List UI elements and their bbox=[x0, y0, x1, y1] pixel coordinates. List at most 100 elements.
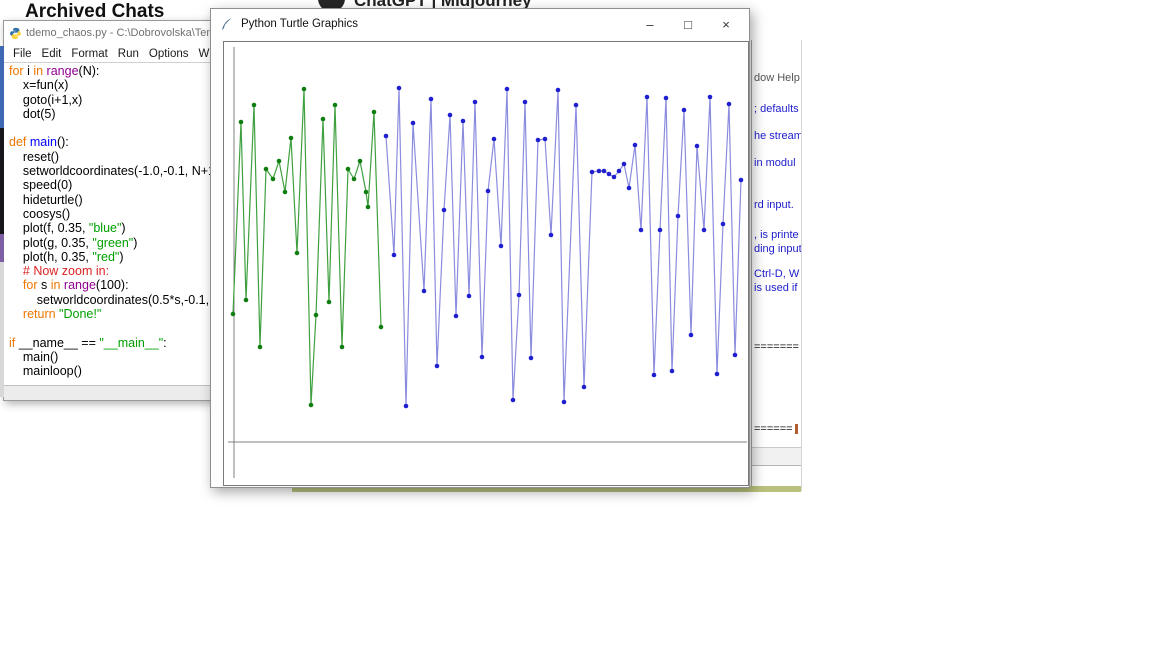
close-button[interactable]: × bbox=[711, 13, 741, 35]
code-line: for i in range(N): bbox=[9, 64, 216, 78]
g-green-series-dot bbox=[258, 345, 263, 350]
f-blue-series-dot bbox=[664, 96, 669, 101]
menu-item-run[interactable]: Run bbox=[113, 48, 144, 60]
f-blue-series-line bbox=[386, 88, 741, 406]
f-blue-series-dot bbox=[622, 162, 627, 167]
f-blue-series-dot bbox=[549, 233, 554, 238]
shell-line: he stream bbox=[754, 130, 802, 142]
code-line: main() bbox=[9, 350, 216, 364]
f-blue-series-dot bbox=[727, 102, 732, 107]
f-blue-series-dot bbox=[556, 88, 561, 93]
code-line: speed(0) bbox=[9, 178, 216, 192]
g-green-series-dot bbox=[358, 159, 363, 164]
f-blue-series-dot bbox=[492, 137, 497, 142]
f-blue-series-dot bbox=[411, 121, 416, 126]
f-blue-series-dot bbox=[739, 178, 744, 183]
g-green-series-dot bbox=[327, 300, 332, 305]
f-blue-series-dot bbox=[505, 87, 510, 92]
code-line: reset() bbox=[9, 150, 216, 164]
f-blue-series-dot bbox=[695, 144, 700, 149]
idle-menubar: FileEditFormatRunOptionsWindowHelp bbox=[4, 46, 216, 63]
f-blue-series-dot bbox=[486, 189, 491, 194]
f-blue-series-dot bbox=[617, 169, 622, 174]
f-blue-series-dot bbox=[702, 228, 707, 233]
f-blue-series-dot bbox=[708, 95, 713, 100]
f-blue-series-dot bbox=[627, 186, 632, 191]
f-blue-series-dot bbox=[562, 400, 567, 405]
f-blue-series-dot bbox=[590, 170, 595, 175]
code-line: coosys() bbox=[9, 207, 216, 221]
f-blue-series-dot bbox=[676, 214, 681, 219]
menu-item-edit[interactable]: Edit bbox=[37, 48, 67, 60]
f-blue-series-dot bbox=[404, 404, 409, 409]
g-green-series-dot bbox=[314, 313, 319, 318]
f-blue-series-dot bbox=[523, 100, 528, 105]
f-blue-series-dot bbox=[670, 369, 675, 374]
g-green-series-dot bbox=[321, 117, 326, 122]
menu-item-format[interactable]: Format bbox=[66, 48, 112, 60]
f-blue-series-dot bbox=[645, 95, 650, 100]
turtle-canvas[interactable] bbox=[223, 41, 749, 486]
code-area[interactable]: for i in range(N): x=fun(x) goto(i+1,x) … bbox=[4, 64, 216, 380]
code-line: hideturtle() bbox=[9, 193, 216, 207]
g-green-series-dot bbox=[346, 167, 351, 172]
g-green-series-dot bbox=[364, 190, 369, 195]
g-green-series-dot bbox=[252, 103, 257, 108]
f-blue-series-dot bbox=[499, 244, 504, 249]
f-blue-series-dot bbox=[435, 364, 440, 369]
g-green-series-dot bbox=[231, 312, 236, 317]
maximize-button[interactable]: □ bbox=[673, 13, 703, 35]
code-line: mainloop() bbox=[9, 364, 216, 378]
code-line: plot(g, 0.35, "green") bbox=[9, 236, 216, 250]
idle-editor-window: tdemo_chaos.py - C:\Dobrovolska\Tema1\ F… bbox=[3, 20, 217, 401]
minimize-button[interactable]: – bbox=[635, 13, 665, 35]
g-green-series-dot bbox=[379, 325, 384, 330]
f-blue-series-dot bbox=[721, 222, 726, 227]
g-green-series-line bbox=[233, 89, 381, 405]
f-blue-series-dot bbox=[429, 97, 434, 102]
turtle-titlebar[interactable]: Python Turtle Graphics – □ × bbox=[211, 9, 749, 39]
shell-line: ; defaults bbox=[754, 103, 799, 115]
code-line: plot(h, 0.35, "red") bbox=[9, 250, 216, 264]
shell-menu-fragment: dow Help bbox=[754, 72, 800, 84]
f-blue-series-dot bbox=[733, 353, 738, 358]
idle-statusbar bbox=[4, 385, 216, 400]
f-blue-series-dot bbox=[597, 169, 602, 174]
code-line: for s in range(100): bbox=[9, 278, 216, 292]
shell-statusbar bbox=[752, 447, 801, 466]
f-blue-series-dot bbox=[574, 103, 579, 108]
shell-line: is used if bbox=[754, 282, 797, 294]
g-green-series-dot bbox=[271, 177, 276, 182]
shell-line: in modul bbox=[754, 157, 796, 169]
turtle-plot bbox=[224, 42, 748, 485]
g-green-series-dot bbox=[302, 87, 307, 92]
shell-line: Ctrl-D, W bbox=[754, 268, 799, 280]
edge-strip-segment bbox=[0, 262, 4, 397]
f-blue-series-dot bbox=[422, 289, 427, 294]
f-blue-series-dot bbox=[682, 108, 687, 113]
f-blue-series-dot bbox=[392, 253, 397, 258]
f-blue-series-dot bbox=[689, 333, 694, 338]
desktop: Archived Chats ChatGPT | Midjourney dow … bbox=[0, 0, 1152, 648]
f-blue-series-dot bbox=[467, 294, 472, 299]
code-line: # Now zoom in: bbox=[9, 264, 216, 278]
f-blue-series-dot bbox=[602, 169, 607, 174]
g-green-series-dot bbox=[352, 177, 357, 182]
f-blue-series-dot bbox=[658, 228, 663, 233]
code-line: goto(i+1,x) bbox=[9, 93, 216, 107]
shell-window-partial: dow Help ; defaultshe streamin modulrd i… bbox=[751, 40, 802, 491]
f-blue-series-dot bbox=[511, 398, 516, 403]
g-green-series-dot bbox=[289, 136, 294, 141]
f-blue-series-dot bbox=[543, 137, 548, 142]
g-green-series-dot bbox=[239, 120, 244, 125]
code-line: return "Done!" bbox=[9, 307, 216, 321]
menu-item-file[interactable]: File bbox=[8, 48, 37, 60]
idle-titlebar[interactable]: tdemo_chaos.py - C:\Dobrovolska\Tema1\ bbox=[4, 21, 216, 46]
edge-strip-segment bbox=[0, 234, 4, 262]
menu-item-options[interactable]: Options bbox=[144, 48, 194, 60]
edge-strip-segment bbox=[0, 128, 4, 234]
code-line bbox=[9, 321, 216, 335]
f-blue-series-dot bbox=[633, 143, 638, 148]
f-blue-series-dot bbox=[639, 228, 644, 233]
code-line: setworldcoordinates(-1.0,-0.1, N+1, bbox=[9, 164, 216, 178]
